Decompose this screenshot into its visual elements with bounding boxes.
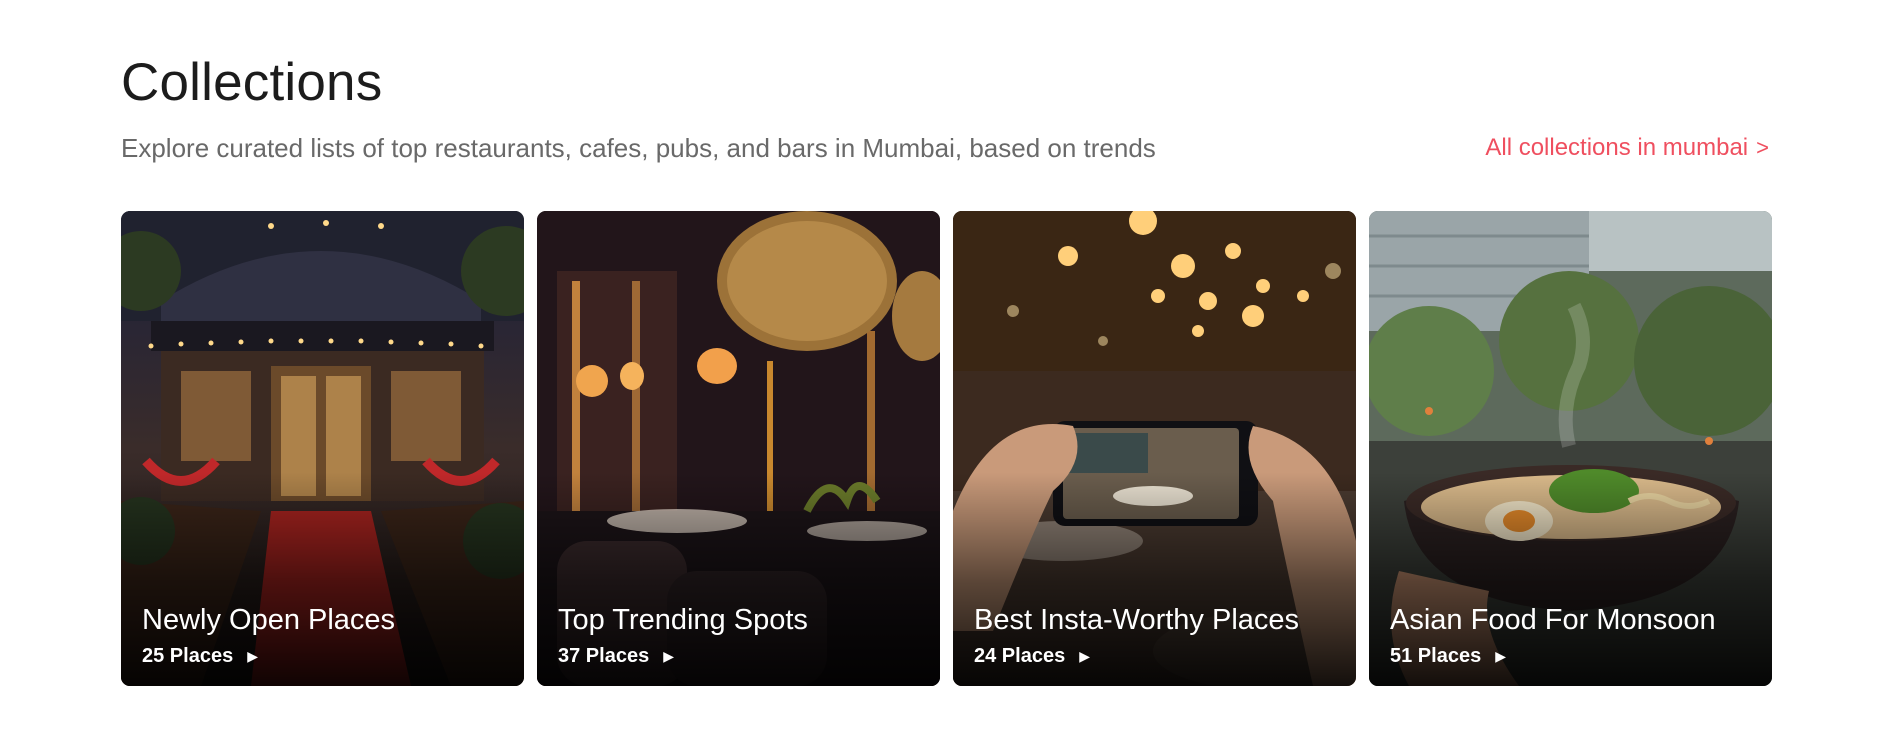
collection-title: Best Insta-Worthy Places [974,604,1300,636]
collection-card-top-trending[interactable]: Top Trending Spots 37 Places ▶ [537,211,940,686]
chevron-right-icon: > [1756,135,1769,160]
caret-right-icon: ▶ [247,648,258,664]
collection-card-newly-open[interactable]: Newly Open Places 25 Places ▶ [121,211,524,686]
collection-title: Newly Open Places [142,604,396,636]
all-collections-link[interactable]: All collections in mumbai > [1485,134,1769,162]
places-count: 37 Places [558,645,650,667]
all-collections-label: All collections in mumbai [1485,134,1749,161]
page-subtitle: Explore curated lists of top restaurants… [121,133,1156,163]
collection-title: Top Trending Spots [558,604,808,636]
collection-cards: Newly Open Places 25 Places ▶ Top Trendi… [121,211,1772,686]
collection-card-asian-monsoon[interactable]: Asian Food For Monsoon 51 Places ▶ [1369,211,1772,686]
collection-title: Asian Food For Monsoon [1390,604,1716,636]
page-title: Collections [121,53,383,112]
collection-card-insta-worthy[interactable]: Best Insta-Worthy Places 24 Places ▶ [953,211,1356,686]
places-count: 25 Places [142,645,234,667]
caret-right-icon: ▶ [1079,648,1090,664]
caret-right-icon: ▶ [1495,648,1506,664]
caret-right-icon: ▶ [663,648,674,664]
places-count: 24 Places [974,645,1066,667]
collections-section: Collections Explore curated lists of top… [0,0,1894,753]
places-count: 51 Places [1390,645,1482,667]
